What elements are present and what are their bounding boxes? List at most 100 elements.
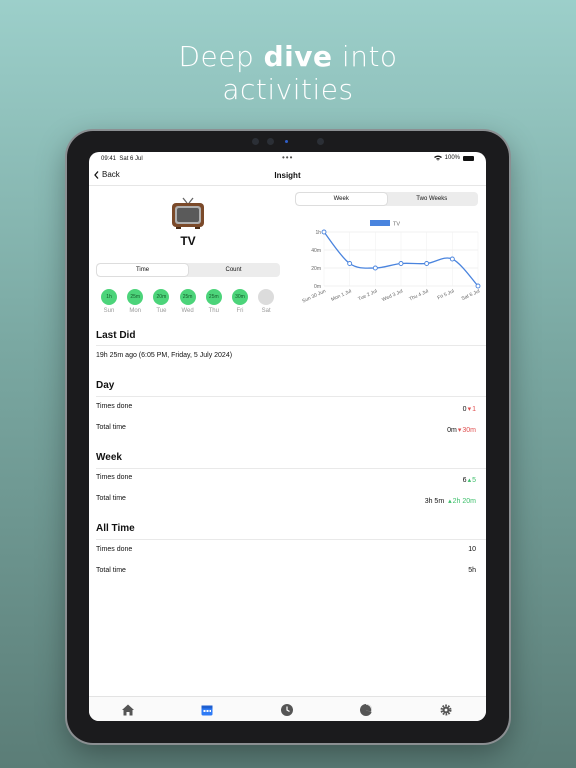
house-icon[interactable] [121,703,135,717]
day-item[interactable]: Sat [258,289,275,314]
day-label: Wed [181,308,194,314]
day-dot: 25m [127,289,144,305]
data-point [475,283,481,289]
hero-text-suffix: into [332,40,398,73]
data-point [347,261,353,266]
x-tick-label: Thu 4 Jul [408,288,429,302]
day-item[interactable]: 1h Sun [101,289,117,314]
status-right: 100% [433,155,474,161]
data-point [372,265,378,271]
x-tick-label: Mon 1 Jul [330,288,352,303]
hero-text-prefix: Deep [178,40,264,73]
section-title-day: Day [96,380,115,391]
navigation-bar: Back Insight [89,166,486,186]
data-point [398,261,404,266]
data-point [449,256,455,262]
y-tick-label: 0m [314,284,321,290]
day-dot: 25m [179,289,196,305]
camera-lens [317,138,324,145]
segment-week[interactable]: Week [296,193,387,205]
x-tick-label: Tue 2 Jul [357,288,378,302]
page-title: Insight [274,171,301,180]
section-title-week: Week [96,452,122,463]
stat-delta: 5 [472,476,476,484]
status-bar: 09:41 Sat 6 Jul ••• 100% [89,152,486,166]
stat-value: 10 [468,546,476,553]
stat-value: 3h 5m ▴ 2h 20m [424,497,476,506]
day-item[interactable]: 25m Wed [179,289,196,314]
sensor-dot [252,138,259,145]
stat-value: 0m ▾ 30m [447,426,476,435]
stat-row: Total time 3h 5m ▴ 2h 20m [96,495,476,507]
battery-icon [463,155,474,161]
day-label: Mon [129,308,142,314]
day-dot: 20m [153,289,170,305]
data-point [424,261,430,266]
stat-label: Times done [96,403,133,410]
section-title-all-time: All Time [96,523,135,534]
stat-delta: 2h 20m [452,497,476,505]
divider [96,539,486,540]
day-dot: 25m [205,289,222,305]
x-tick-label: Wed 3 Jul [381,288,404,303]
clock-icon[interactable] [280,703,294,717]
x-tick-label: Sat 6 Jul [461,288,481,302]
pie-chart-icon[interactable] [359,703,373,717]
legend-label: TV [393,222,400,228]
stat-delta: 30m [462,426,476,434]
sensor-dot [285,140,288,143]
time-count-segmented-control[interactable]: Time Count [96,263,280,277]
day-item[interactable]: 25m Thu [205,289,222,314]
day-item[interactable]: 30m Fri [232,289,248,314]
data-point [321,229,327,235]
segment-count[interactable]: Count [188,264,279,276]
segment-time[interactable]: Time [97,264,188,276]
activity-line-chart: TV 0m 20m 40m 1h Sun 30 Jun Mon 1 Jul Tue 2 Jul… [301,220,481,305]
tablet-frame: 09:41 Sat 6 Jul ••• 100% Back Insight TV… [67,131,509,743]
activity-name: TV [180,234,196,248]
x-tick-label: Sun 30 Jun [301,288,327,304]
day-dot: 30m [232,289,248,305]
y-tick-label: 20m [311,266,321,272]
day-label: Tue [156,308,167,314]
hero-text-bold: dive [263,40,333,73]
divider [96,396,486,397]
wifi-icon [433,155,442,161]
stat-label: Total time [96,424,126,431]
last-did-row: 19h 25m ago (6:05 PM, Friday, 5 July 202… [96,352,476,364]
stat-value: 6 ▴ 5 [462,476,476,485]
gear-icon[interactable] [439,703,453,717]
legend-swatch [370,220,390,226]
stat-label: Times done [96,546,133,553]
day-label: Fri [236,308,244,314]
segment-two-weeks[interactable]: Two Weeks [387,193,478,205]
arrow-down-icon: ▾ [467,406,472,413]
week-range-segmented-control[interactable]: Week Two Weeks [295,192,478,206]
tab-bar [89,696,486,721]
status-time-date: 09:41 Sat 6 Jul [101,156,143,162]
battery-percent: 100% [444,155,460,161]
day-label: Thu [208,308,219,314]
stat-delta: 1 [472,405,476,413]
stat-row: Times done 6 ▴ 5 [96,474,476,486]
day-dot [258,289,275,305]
stat-row: Times done 10 [96,546,476,558]
hero-headline: Deep dive into activities [0,40,576,106]
stat-value: 0 ▾ 1 [462,405,476,414]
multitasking-dots[interactable]: ••• [282,153,293,162]
x-tick-label: Fri 5 Jul [437,288,456,301]
stat-row: Times done 0 ▾ 1 [96,403,476,415]
y-tick-label: 1h [315,230,321,236]
hero-text-line2: activities [222,73,354,106]
day-item[interactable]: 25m Mon [127,289,144,314]
sensor-dot [267,138,274,145]
stat-label: Times done [96,474,133,481]
stat-row: Total time 5h [96,567,476,579]
calendar-icon[interactable] [200,703,214,717]
arrow-up-icon: ▴ [448,498,452,505]
y-tick-label: 40m [311,248,321,254]
day-item[interactable]: 20m Tue [153,289,170,314]
stat-row: Total time 0m ▾ 30m [96,424,476,436]
section-title-last-did: Last Did [96,330,136,341]
divider [96,345,486,346]
